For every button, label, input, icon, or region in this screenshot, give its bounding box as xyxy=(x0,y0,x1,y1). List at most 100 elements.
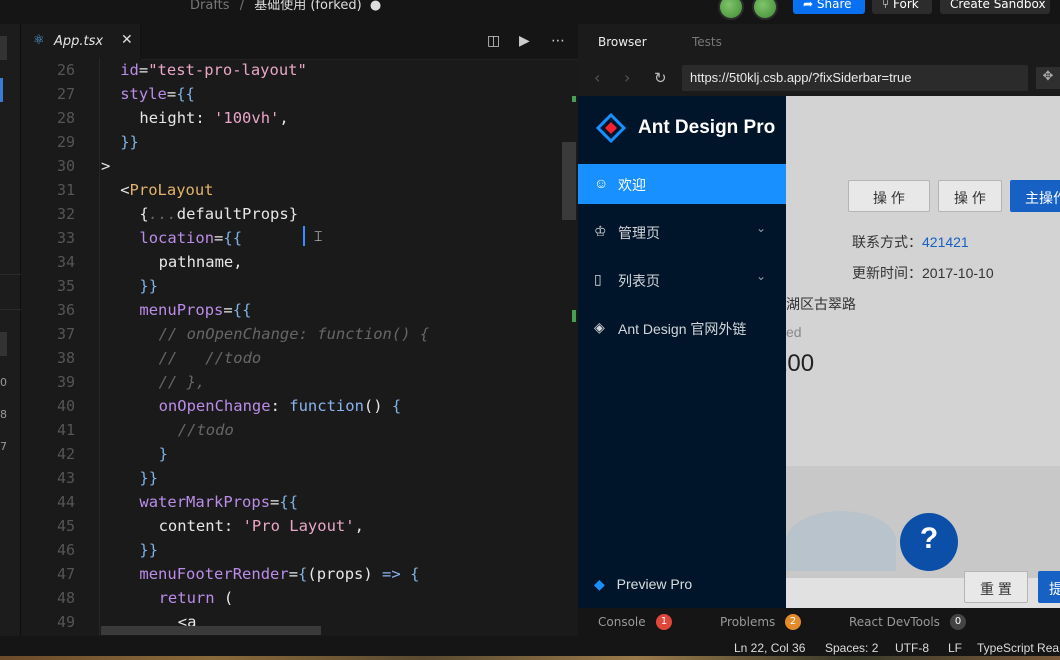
tab-problems[interactable]: Problems xyxy=(720,615,775,629)
close-icon[interactable]: ✕ xyxy=(121,32,133,48)
language-mode[interactable]: TypeScript Rea xyxy=(977,641,1059,655)
action-button[interactable]: 操 作 xyxy=(938,180,1002,212)
code-token: (props) xyxy=(307,565,383,583)
code-token: // onOpenChange: function() { xyxy=(158,325,430,343)
help-icon[interactable]: ? xyxy=(900,513,958,571)
ant-design-icon: ◈ xyxy=(594,319,605,335)
status-text: ed xyxy=(786,324,802,340)
line-number: 28 xyxy=(56,109,75,127)
avatar[interactable] xyxy=(752,0,778,20)
devtools-icon[interactable]: ✥ xyxy=(1036,67,1060,89)
line-number: 41 xyxy=(56,421,75,439)
strip-block xyxy=(0,36,7,60)
brand-title: Ant Design Pro xyxy=(638,117,776,138)
contact-link[interactable]: 421421 xyxy=(922,234,969,250)
code-token: defaultProps} xyxy=(176,205,299,223)
code-token: , xyxy=(279,109,289,127)
code-token: ProLayout xyxy=(129,181,214,199)
preview-icon[interactable]: ▶ xyxy=(519,33,530,49)
line-ending[interactable]: LF xyxy=(948,641,962,655)
url-bar: ‹ › ↻ https://5t0klj.csb.app/?fixSiderba… xyxy=(578,60,1060,96)
code-token: }} xyxy=(120,133,139,151)
indentation[interactable]: Spaces: 2 xyxy=(825,641,878,655)
breadcrumb-parent[interactable]: Drafts xyxy=(190,0,230,13)
address-text: 湖区古翠路 xyxy=(786,296,856,312)
code-line: // //todo xyxy=(159,346,262,370)
tab-app-tsx[interactable]: ⚛ App.tsx ✕ xyxy=(21,24,141,60)
tab-browser[interactable]: Browser xyxy=(598,35,647,49)
code-editor: ⚛ App.tsx ✕ ◫ ▶ ⋯ 26 id="test-pro-layout"… xyxy=(21,24,578,636)
code-line: onOpenChange: function() { xyxy=(159,394,402,418)
contact-row: 联系方式：421421 xyxy=(852,234,969,250)
chevron-down-icon: ⌄ xyxy=(756,221,767,235)
fork-button[interactable]: ⑂ Fork xyxy=(872,0,932,14)
tab-console[interactable]: Console xyxy=(598,615,646,629)
preview-pro-link[interactable]: ◆ Preview Pro xyxy=(594,576,692,593)
info-icon[interactable]: ● xyxy=(370,0,381,13)
code-token: { xyxy=(391,397,402,415)
code-token: < xyxy=(120,181,130,199)
strip-number: 8 xyxy=(0,408,7,421)
code-line: > xyxy=(101,154,110,178)
code-line: id="test-pro-layout" xyxy=(120,58,307,82)
url-input[interactable]: https://5t0klj.csb.app/?fixSiderbar=true xyxy=(682,65,1028,91)
code-token: onOpenChange xyxy=(158,397,271,415)
code-line: pathname, xyxy=(159,250,243,274)
code-token: function xyxy=(289,397,364,415)
tab-tests[interactable]: Tests xyxy=(692,35,722,49)
forward-icon[interactable]: › xyxy=(624,68,630,87)
code-token: = xyxy=(223,301,233,319)
code-token: , xyxy=(354,517,364,535)
code-token: {{ xyxy=(232,301,252,319)
code-token: menuFooterRender xyxy=(139,565,289,583)
breadcrumb-current[interactable]: 基础使用 (forked) xyxy=(254,0,361,13)
divider xyxy=(0,274,21,275)
tab-react-devtools[interactable]: React DevTools xyxy=(849,615,940,629)
code-token: pathname, xyxy=(158,253,243,271)
share-button[interactable]: ➦ Share xyxy=(793,0,865,14)
horizontal-scrollbar[interactable] xyxy=(101,626,321,635)
code-line: menuFooterRender={(props) => { xyxy=(139,562,419,586)
vertical-scrollbar[interactable] xyxy=(562,142,576,220)
code-token: : xyxy=(270,397,290,415)
line-number: 45 xyxy=(56,517,75,535)
split-editor-icon[interactable]: ◫ xyxy=(487,33,500,49)
code-token: menuProps xyxy=(139,301,224,319)
menu-item[interactable]: ♔ 管理页 ⌄ xyxy=(578,212,786,252)
code-token: "test-pro-layout" xyxy=(148,61,307,79)
primary-action-button[interactable]: 主操作 xyxy=(1010,180,1060,212)
code-token: //todo xyxy=(177,421,234,439)
menu-item-label: 欢迎 xyxy=(618,177,646,193)
line-number: 29 xyxy=(56,133,75,151)
line-number: 34 xyxy=(56,253,75,271)
code-token: ... xyxy=(148,205,177,223)
chevron-down-icon: ⌄ xyxy=(756,269,767,283)
encoding[interactable]: UTF-8 xyxy=(895,641,929,655)
back-icon[interactable]: ‹ xyxy=(594,68,600,87)
code-token: }} xyxy=(139,277,159,295)
strip-block xyxy=(0,332,7,356)
menu-item[interactable]: ☺ 欢迎 xyxy=(578,164,786,204)
code-line: } xyxy=(159,442,168,466)
submit-button[interactable]: 提 xyxy=(1038,571,1060,603)
code-token: { xyxy=(139,205,149,223)
strip-number: 0 xyxy=(0,376,7,389)
avatar[interactable] xyxy=(718,0,744,20)
action-button[interactable]: 操 作 xyxy=(848,180,930,212)
more-icon[interactable]: ⋯ xyxy=(551,33,565,49)
code-line: //todo xyxy=(178,418,234,442)
code-token: > xyxy=(101,157,111,175)
cursor-position[interactable]: Ln 22, Col 36 xyxy=(734,641,805,655)
menu-item[interactable]: ◈ Ant Design 官网外链 xyxy=(578,308,786,348)
menu-item[interactable]: ▯ 列表页 ⌄ xyxy=(578,260,786,300)
reset-button[interactable]: 重 置 xyxy=(964,571,1028,603)
devtools-badge: 0 xyxy=(950,614,966,630)
preview-tabs: Browser Tests xyxy=(578,24,1060,60)
top-bar: Drafts / 基础使用 (forked) ● ➦ Share ⑂ Fork … xyxy=(0,0,1060,24)
code-area[interactable]: 26 id="test-pro-layout" 27 style={{28 height… xyxy=(21,58,578,636)
code-token: = xyxy=(138,61,149,79)
create-sandbox-button[interactable]: Create Sandbox xyxy=(940,0,1050,14)
line-number: 36 xyxy=(56,301,75,319)
line-number: 49 xyxy=(56,613,75,631)
refresh-icon[interactable]: ↻ xyxy=(654,69,667,87)
